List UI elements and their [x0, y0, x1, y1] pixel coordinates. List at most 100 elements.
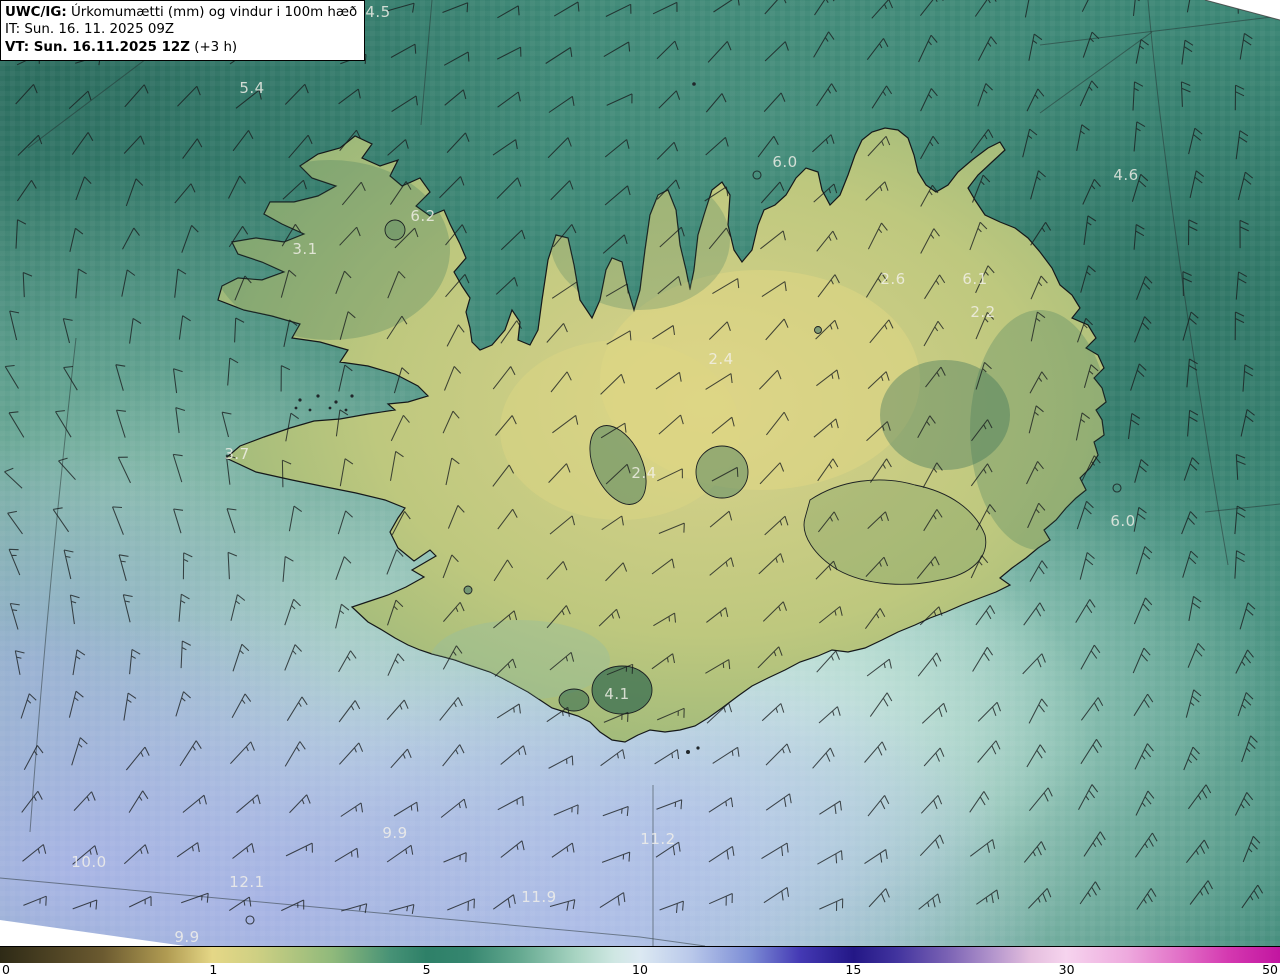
wind-barb	[226, 508, 237, 534]
wind-barb	[1079, 80, 1099, 107]
wind-barb	[1188, 127, 1203, 155]
wind-barb	[1133, 597, 1153, 625]
product-code: UWC/IG:	[5, 5, 67, 20]
wind-barb	[496, 177, 522, 199]
wind-barb	[177, 85, 201, 107]
wind-barb	[605, 3, 632, 17]
map-value-label: 11.9	[521, 888, 557, 906]
wind-barb	[1234, 792, 1254, 816]
wind-barb	[284, 83, 309, 105]
wind-barb	[604, 139, 630, 158]
colorbar-tick: 30	[1058, 962, 1075, 977]
wind-barb	[1132, 0, 1140, 16]
wind-barb	[708, 845, 735, 863]
wind-barb	[1080, 739, 1103, 765]
wind-barb	[182, 794, 207, 813]
wind-barb	[654, 749, 680, 765]
wind-barb	[1187, 784, 1212, 810]
title-line: UWC/IG: Úrkomumætti (mm) og vindur i 100…	[5, 4, 357, 21]
wind-barb	[764, 41, 789, 62]
wind-barb	[920, 88, 938, 112]
wind-barb	[656, 40, 679, 60]
precipitation-colorbar	[0, 946, 1280, 963]
wind-barb	[707, 41, 732, 63]
wind-barb	[440, 798, 467, 818]
wind-barb	[22, 844, 47, 862]
wind-barb	[444, 89, 467, 106]
wind-barb	[7, 510, 23, 535]
wind-barb	[1133, 506, 1147, 532]
wind-barb	[869, 692, 893, 717]
map-value-label: 11.2	[640, 830, 676, 848]
wind-barb	[975, 605, 996, 626]
map-value-label: 9.9	[174, 928, 200, 946]
calm-station-circle	[1112, 483, 1122, 493]
wind-barb	[500, 229, 526, 251]
wind-barb	[9, 310, 20, 341]
wind-barb	[443, 852, 467, 863]
wind-barb	[1189, 880, 1213, 905]
wind-barb	[1080, 644, 1101, 670]
wind-barb	[338, 364, 353, 392]
wind-barb	[656, 799, 683, 810]
wind-barb	[1082, 178, 1101, 205]
wind-barb	[128, 790, 149, 813]
wind-barb	[763, 92, 786, 112]
wind-barb	[1076, 500, 1094, 530]
wind-barb	[230, 741, 255, 765]
wind-barb	[334, 847, 359, 863]
wind-barb	[178, 593, 190, 622]
wind-barb	[867, 795, 890, 817]
wind-barb	[1080, 697, 1104, 721]
wind-barb	[63, 549, 74, 580]
wind-barb	[816, 83, 837, 107]
wind-barb	[603, 41, 631, 58]
wind-barb	[1183, 746, 1200, 771]
wind-barb	[708, 893, 733, 906]
wind-barb	[1235, 454, 1246, 480]
wind-barb	[175, 407, 186, 434]
wind-barb	[1135, 39, 1149, 64]
wind-barb	[1078, 784, 1099, 810]
wind-barb	[864, 849, 888, 865]
wind-barb	[1030, 170, 1046, 200]
wind-barb	[765, 793, 792, 811]
wind-barb	[868, 888, 890, 908]
wind-barb	[548, 755, 574, 769]
wind-barb	[390, 748, 412, 769]
wind-barb	[390, 43, 417, 58]
wind-barb	[286, 696, 308, 721]
iceland-landmass	[217, 127, 1107, 743]
colorbar-tick: 1	[209, 962, 218, 977]
wind-barb	[1029, 560, 1048, 582]
wind-barb	[1234, 505, 1246, 535]
wind-barb	[15, 219, 27, 249]
wind-barb	[1239, 32, 1253, 60]
wind-barb	[1083, 831, 1106, 857]
wind-barb	[20, 693, 37, 719]
wind-barb	[814, 0, 835, 16]
wind-barb	[71, 132, 94, 155]
wind-barb	[495, 277, 518, 295]
colorbar-tick: 5	[422, 962, 431, 977]
wind-barb	[1239, 602, 1256, 630]
wind-barb	[1133, 121, 1146, 152]
wind-barb	[288, 505, 303, 532]
map-value-label: 4.1	[604, 685, 630, 703]
wind-barb	[175, 691, 191, 717]
wind-barb	[920, 135, 940, 160]
wind-barb	[602, 234, 628, 254]
wind-barb	[335, 603, 350, 629]
wind-barb	[387, 653, 405, 676]
wind-barb	[128, 896, 152, 908]
wind-barb	[124, 84, 149, 108]
wind-barb	[969, 791, 990, 813]
wind-barb	[500, 840, 525, 858]
wind-barb	[1241, 884, 1264, 909]
wind-barb	[1183, 457, 1200, 481]
wind-barb	[230, 594, 246, 621]
wind-barb	[17, 134, 43, 156]
wind-barb	[62, 318, 73, 344]
colorbar-tick: 0	[2, 962, 10, 977]
wind-barb	[1185, 839, 1210, 864]
